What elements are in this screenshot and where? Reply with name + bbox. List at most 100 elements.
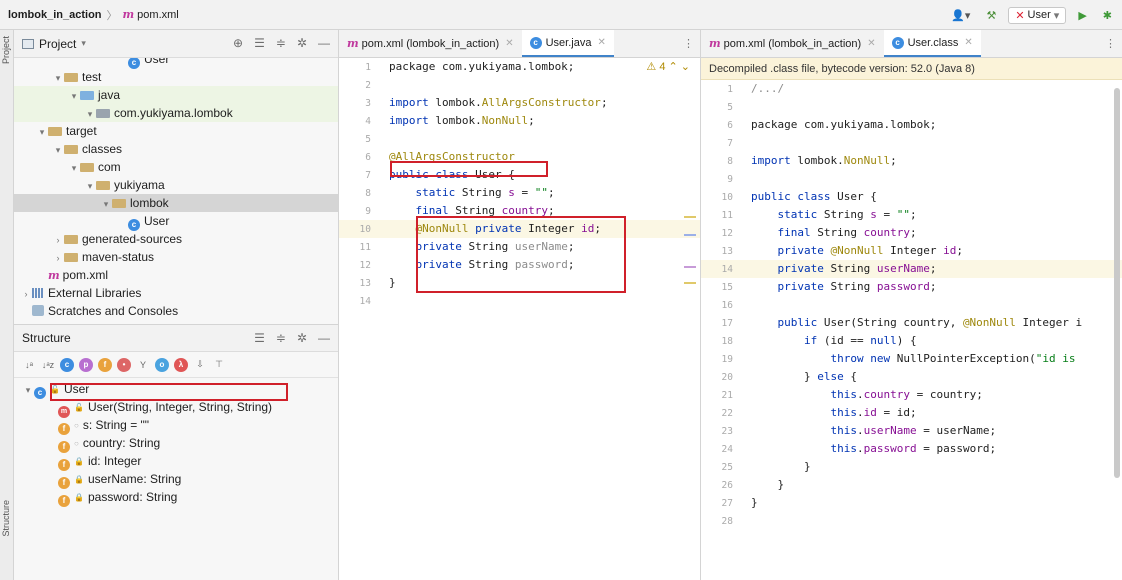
- tree-item-label: maven-status: [82, 250, 155, 264]
- tree-item[interactable]: ▾ java: [14, 86, 338, 104]
- debug-icon[interactable]: ✱: [1099, 5, 1116, 25]
- editor-tab[interactable]: m pom.xml (lombok_in_action) ✕: [339, 30, 522, 57]
- breadcrumb-file[interactable]: pom.xml: [137, 9, 179, 21]
- code-token: }: [751, 370, 818, 383]
- structure-member[interactable]: f 🔒 password: String: [14, 488, 338, 507]
- stripe-structure-button[interactable]: Structure: [1, 500, 11, 537]
- code-token: ;: [567, 240, 575, 253]
- project-view-select[interactable]: Project ▾: [22, 37, 86, 51]
- chevron-down-icon[interactable]: ▾: [68, 159, 80, 177]
- show-anonymous-icon[interactable]: o: [155, 357, 169, 372]
- code-token: userName: [863, 424, 917, 437]
- show-classes-icon[interactable]: c: [60, 357, 74, 372]
- code-line: 1 /.../: [701, 80, 1122, 98]
- chevron-right-icon[interactable]: ›: [20, 285, 32, 303]
- code-area[interactable]: 1 /.../ 5 6 package com.yukiyama.lombok; 7 8 im…: [701, 80, 1122, 530]
- show-inherited-icon[interactable]: Y: [136, 358, 150, 372]
- code-line: 7 public class User {: [339, 166, 700, 184]
- code-line: 23 this.userName = userName;: [701, 422, 1122, 440]
- hide-icon[interactable]: —: [318, 36, 330, 50]
- tree-item[interactable]: c User: [14, 212, 338, 231]
- breadcrumb-project[interactable]: lombok_in_action: [8, 9, 102, 21]
- chevron-down-icon[interactable]: ▾: [52, 141, 64, 159]
- chevron-down-icon[interactable]: ▾: [36, 123, 48, 141]
- code-token: country: [501, 204, 548, 217]
- close-icon[interactable]: ✕: [964, 37, 972, 48]
- tree-item[interactable]: › generated-sources: [14, 230, 338, 248]
- line-number: 28: [721, 516, 733, 527]
- show-properties-icon[interactable]: p: [79, 357, 93, 372]
- code-token: this: [830, 424, 857, 437]
- close-icon[interactable]: ✕: [505, 38, 513, 49]
- build-hammer-icon[interactable]: ⚒: [982, 5, 1000, 25]
- code-area[interactable]: ⚠ 4 ⌃ ⌄ 1 package com.yukiyama.lombok; 2 3 i…: [339, 58, 700, 310]
- structure-member[interactable]: f ○ s: String = "": [14, 416, 338, 435]
- gear-icon[interactable]: ✲: [297, 331, 307, 345]
- vertical-scrollbar[interactable]: [1114, 88, 1120, 478]
- run-icon[interactable]: ▶: [1074, 5, 1090, 25]
- chevron-right-icon[interactable]: ›: [52, 231, 64, 249]
- tab-overflow-icon[interactable]: ⋮: [1105, 37, 1116, 50]
- collapse-all-icon[interactable]: ≑: [276, 331, 286, 345]
- tree-item[interactable]: ▾ classes: [14, 140, 338, 158]
- line-number: 12: [721, 228, 733, 239]
- code-token: userName: [514, 240, 568, 253]
- sort-by-visibility-icon[interactable]: ↓ᵃ: [22, 358, 36, 372]
- tree-item[interactable]: ▾ com: [14, 158, 338, 176]
- tree-item[interactable]: › External Libraries: [14, 284, 338, 302]
- toolbar-right: 👤▾ ⚒ ✕ User ▾ ▶ ✱: [947, 5, 1116, 25]
- project-view-label: Project: [39, 36, 77, 51]
- line-number: 7: [365, 170, 371, 181]
- hide-icon[interactable]: —: [318, 331, 330, 345]
- chevron-down-icon[interactable]: ▾: [84, 177, 96, 195]
- structure-member[interactable]: m 🔓 User(String, Integer, String, String): [14, 398, 338, 418]
- structure-root[interactable]: ▾ c 🔓 User: [14, 380, 338, 399]
- tree-item[interactable]: ▾ yukiyama: [14, 176, 338, 194]
- vcs-user-icon[interactable]: 👤▾: [947, 5, 974, 25]
- editor-tab[interactable]: m pom.xml (lombok_in_action) ✕: [701, 30, 884, 57]
- close-icon[interactable]: ✕: [867, 38, 875, 49]
- chevron-down-icon[interactable]: ▾: [84, 105, 96, 123]
- show-non-public-icon[interactable]: •: [117, 357, 131, 372]
- chevron-down-icon[interactable]: ▾: [100, 195, 112, 213]
- locate-file-icon[interactable]: ⊕: [233, 36, 243, 50]
- structure-member[interactable]: f 🔒 id: Integer: [14, 452, 338, 471]
- chevron-down-icon[interactable]: ▾: [52, 69, 64, 87]
- expand-all-icon[interactable]: ☰: [254, 36, 265, 50]
- run-configuration-select[interactable]: ✕ User ▾: [1008, 6, 1067, 24]
- tree-item[interactable]: c User: [14, 58, 338, 69]
- close-icon[interactable]: ✕: [597, 37, 605, 48]
- gear-icon[interactable]: ✲: [297, 36, 307, 50]
- navigate-with-single-click-icon[interactable]: ⇩: [193, 358, 207, 372]
- code-line: 11 private String userName;: [339, 238, 700, 256]
- editor-tab[interactable]: c User.java ✕: [521, 30, 614, 57]
- tab-overflow-icon[interactable]: ⋮: [683, 37, 694, 50]
- editor-tab[interactable]: c User.class ✕: [883, 30, 981, 57]
- sort-alphabetically-icon[interactable]: ↓ᵃz: [41, 358, 55, 372]
- expand-all-icon[interactable]: ☰: [254, 331, 265, 345]
- collapse-all-icon[interactable]: ≑: [276, 36, 286, 50]
- line-number: 3: [365, 98, 371, 109]
- show-fields-icon[interactable]: f: [98, 357, 112, 372]
- chevron-down-icon[interactable]: ▾: [22, 381, 34, 399]
- code-line: 26 }: [701, 476, 1122, 494]
- chevron-right-icon[interactable]: ›: [52, 249, 64, 267]
- tree-item[interactable]: m pom.xml: [14, 266, 338, 284]
- structure-member[interactable]: f ○ country: String: [14, 434, 338, 453]
- show-lambdas-icon[interactable]: λ: [174, 357, 188, 372]
- tree-item[interactable]: ▾ target: [14, 122, 338, 140]
- structure-filter-bar: ↓ᵃ ↓ᵃz c p f • Y o λ ⇩ ⊤: [14, 352, 338, 378]
- tree-item[interactable]: › maven-status: [14, 248, 338, 266]
- code-token: private: [777, 280, 831, 293]
- chevron-down-icon[interactable]: ▾: [68, 87, 80, 105]
- structure-member[interactable]: f 🔒 userName: String: [14, 470, 338, 489]
- stripe-project-button[interactable]: Project: [1, 36, 11, 64]
- tree-item-label: User: [144, 214, 170, 228]
- tree-item[interactable]: ▾ lombok: [14, 194, 338, 212]
- show-toolbar-filter-icon[interactable]: ⊤: [212, 358, 226, 372]
- tree-item[interactable]: ▾ com.yukiyama.lombok: [14, 104, 338, 122]
- tree-item[interactable]: Scratches and Consoles: [14, 302, 338, 320]
- tree-item[interactable]: ▾ test: [14, 68, 338, 86]
- code-line: 14 private String userName;: [701, 260, 1122, 278]
